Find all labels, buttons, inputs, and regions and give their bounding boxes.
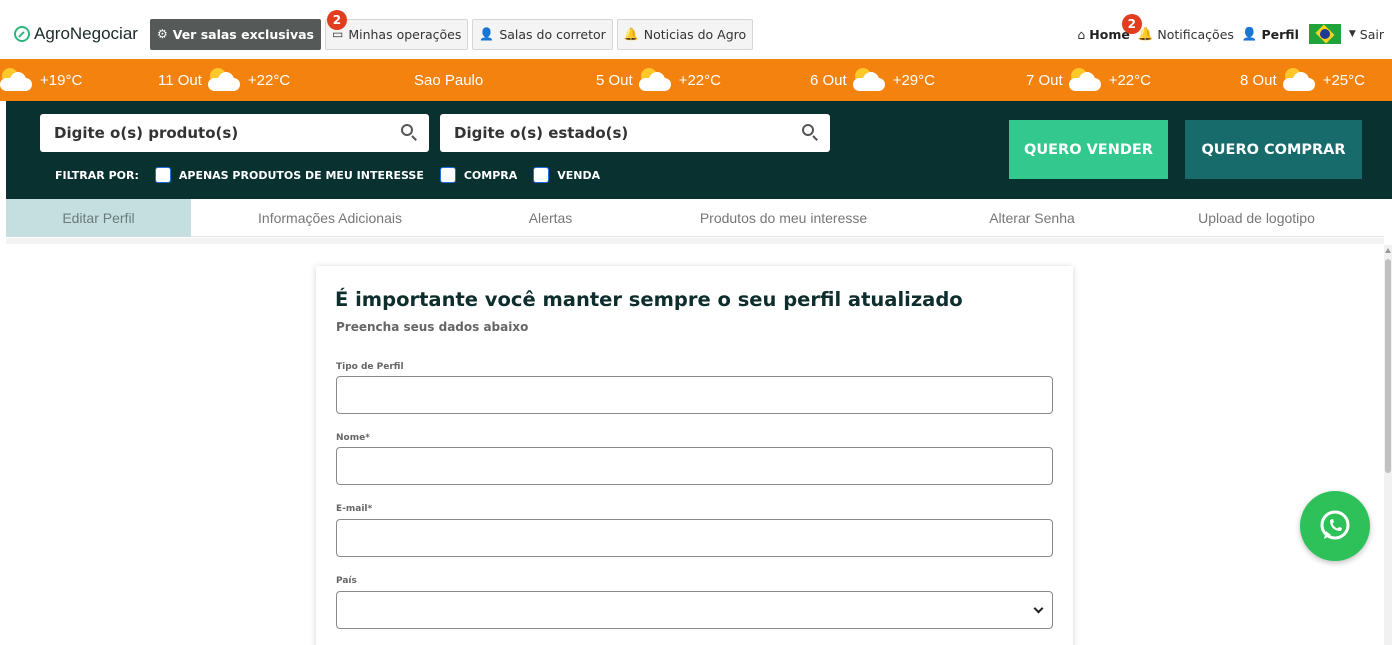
weather-temp: +25°C [1322, 71, 1365, 89]
weather-date: 6 Out [810, 71, 847, 89]
weather-item: 11 Out +22°C [158, 59, 290, 101]
sell-button[interactable]: QUERO VENDER [1009, 120, 1168, 179]
weather-date: 8 Out [1240, 71, 1277, 89]
products-search-placeholder: Digite o(s) produto(s) [54, 124, 239, 142]
tab-interest-products[interactable]: Produtos do meu interesse [632, 199, 935, 237]
buy-button[interactable]: QUERO COMPRAR [1185, 120, 1362, 179]
states-search-placeholder: Digite o(s) estado(s) [454, 124, 629, 142]
profile-tabs: Editar Perfil Informações Adicionais Ale… [6, 199, 1384, 237]
sell-filter-label: VENDA [557, 168, 601, 182]
weather-date: 7 Out [1026, 71, 1063, 89]
page-scrollbar[interactable] [1384, 245, 1392, 645]
form-title: É importante você manter sempre o seu pe… [335, 288, 963, 311]
name-label: Nome* [336, 433, 370, 443]
country-select[interactable] [336, 591, 1053, 629]
brazil-flag-icon[interactable] [1308, 24, 1341, 44]
logo-text: AgroNegociar [34, 24, 138, 43]
tab-change-password[interactable]: Alterar Senha [935, 199, 1129, 237]
name-field[interactable] [336, 447, 1053, 485]
email-field[interactable] [336, 519, 1053, 557]
profile-type-field[interactable] [336, 376, 1053, 414]
notifications-link[interactable]: 2 🔔 Notificações [1121, 14, 1234, 42]
tab-upload-logo[interactable]: Upload de logotipo [1129, 199, 1384, 237]
chevron-down-icon [1033, 603, 1044, 614]
search-icon[interactable] [802, 124, 814, 136]
partly-cloudy-icon [206, 68, 244, 92]
buy-filter-label: COMPRA [463, 168, 518, 182]
weather-temp: +22°C [678, 71, 721, 89]
my-operations-label: Minhas operações [348, 26, 462, 42]
weather-temp: +19°C [40, 71, 83, 89]
form-subtitle: Preencha seus dados abaixo [336, 320, 529, 334]
weather-city: Sao Paulo [414, 59, 483, 101]
logout-link[interactable]: ▼ Sair [1349, 27, 1384, 42]
weather-item: 5 Out +22°C [596, 59, 721, 101]
weather-temp: +29°C [892, 71, 935, 89]
tab-additional-info[interactable]: Informações Adicionais [191, 199, 469, 237]
top-navigation: AgroNegociar ⚙ Ver salas exclusivas 2 ▭ … [6, 9, 1392, 59]
notifications-label: Notificações [1157, 26, 1234, 42]
scroll-up-icon[interactable] [1385, 248, 1391, 253]
exclusive-rooms-button[interactable]: ⚙ Ver salas exclusivas [149, 18, 321, 50]
weather-temp: +22°C [247, 71, 291, 89]
filter-row: FILTRAR POR: APENAS PRODUTOS DE MEU INTE… [55, 167, 616, 183]
profile-link[interactable]: 👤 Perfil [1242, 26, 1299, 42]
notifications-badge: 2 [1121, 14, 1142, 34]
tab-edit-profile[interactable]: Editar Perfil [6, 199, 191, 237]
filter-label: FILTRAR POR: [55, 168, 139, 182]
partly-cloudy-icon [0, 68, 36, 92]
users-icon: 👤 [479, 27, 495, 41]
search-panel: Digite o(s) produto(s) Digite o(s) estad… [6, 101, 1392, 199]
weather-date: 11 Out [158, 71, 202, 89]
partly-cloudy-icon [1281, 68, 1319, 92]
weather-item: 6 Out +29°C [810, 59, 935, 101]
bell-icon: 🔔 [623, 27, 639, 41]
whatsapp-button[interactable] [1300, 491, 1370, 561]
tab-alerts[interactable]: Alertas [469, 199, 632, 237]
weather-item: 8 Out +25°C [1240, 59, 1365, 101]
logo-icon [14, 26, 30, 42]
operations-badge: 2 [326, 9, 347, 30]
home-link[interactable]: ⌂ Home [1077, 27, 1130, 42]
profile-label: Perfil [1261, 26, 1299, 42]
partly-cloudy-icon [637, 68, 675, 92]
partly-cloudy-icon [851, 68, 889, 92]
weather-item: +19°C [0, 59, 82, 101]
weather-item: 7 Out +22°C [1026, 59, 1151, 101]
logout-label: Sair [1359, 26, 1384, 42]
tabs-divider [6, 238, 1384, 244]
whatsapp-icon [1320, 510, 1350, 540]
sell-checkbox[interactable] [533, 167, 550, 183]
gear-icon: ⚙ [156, 27, 168, 41]
user-icon: 👤 [1241, 26, 1258, 41]
weather-date: 5 Out [596, 71, 633, 89]
logo[interactable]: AgroNegociar [14, 24, 138, 44]
search-icon[interactable] [401, 124, 413, 136]
caret-icon: ▼ [1348, 29, 1356, 39]
user-menu: ⌂ Home 2 🔔 Notificações 👤 Perfil ▼ Sair [1069, 9, 1384, 59]
weather-ticker: +19°C 11 Out +22°C Sao Paulo 5 Out +22°C… [0, 59, 1392, 101]
weather-temp: +22°C [1108, 71, 1151, 89]
products-search-input[interactable]: Digite o(s) produto(s) [40, 114, 429, 152]
rain-cloud-icon [1067, 68, 1105, 92]
page: AgroNegociar ⚙ Ver salas exclusivas 2 ▭ … [0, 0, 1392, 645]
email-label: E-mail* [336, 504, 373, 514]
interest-filter-label: APENAS PRODUTOS DE MEU INTERESSE [178, 168, 424, 182]
agro-news-button[interactable]: 🔔 Noticias do Agro [616, 18, 754, 50]
states-search-input[interactable]: Digite o(s) estado(s) [440, 114, 830, 152]
scrollbar-thumb[interactable] [1385, 259, 1391, 473]
profile-form-card: É importante você manter sempre o seu pe… [316, 266, 1073, 645]
country-label: País [336, 576, 357, 586]
profile-type-label: Tipo de Perfil [336, 362, 404, 372]
weather-city-name: Sao Paulo [414, 71, 484, 89]
interest-checkbox[interactable] [154, 167, 171, 183]
home-icon: ⌂ [1077, 26, 1086, 42]
exclusive-rooms-label: Ver salas exclusivas [172, 26, 314, 42]
my-operations-button[interactable]: 2 ▭ Minhas operações [324, 9, 469, 50]
broker-rooms-label: Salas do corretor [499, 26, 606, 42]
buy-checkbox[interactable] [439, 167, 456, 183]
agro-news-label: Noticias do Agro [643, 26, 747, 42]
broker-rooms-button[interactable]: 👤 Salas do corretor [472, 18, 613, 50]
